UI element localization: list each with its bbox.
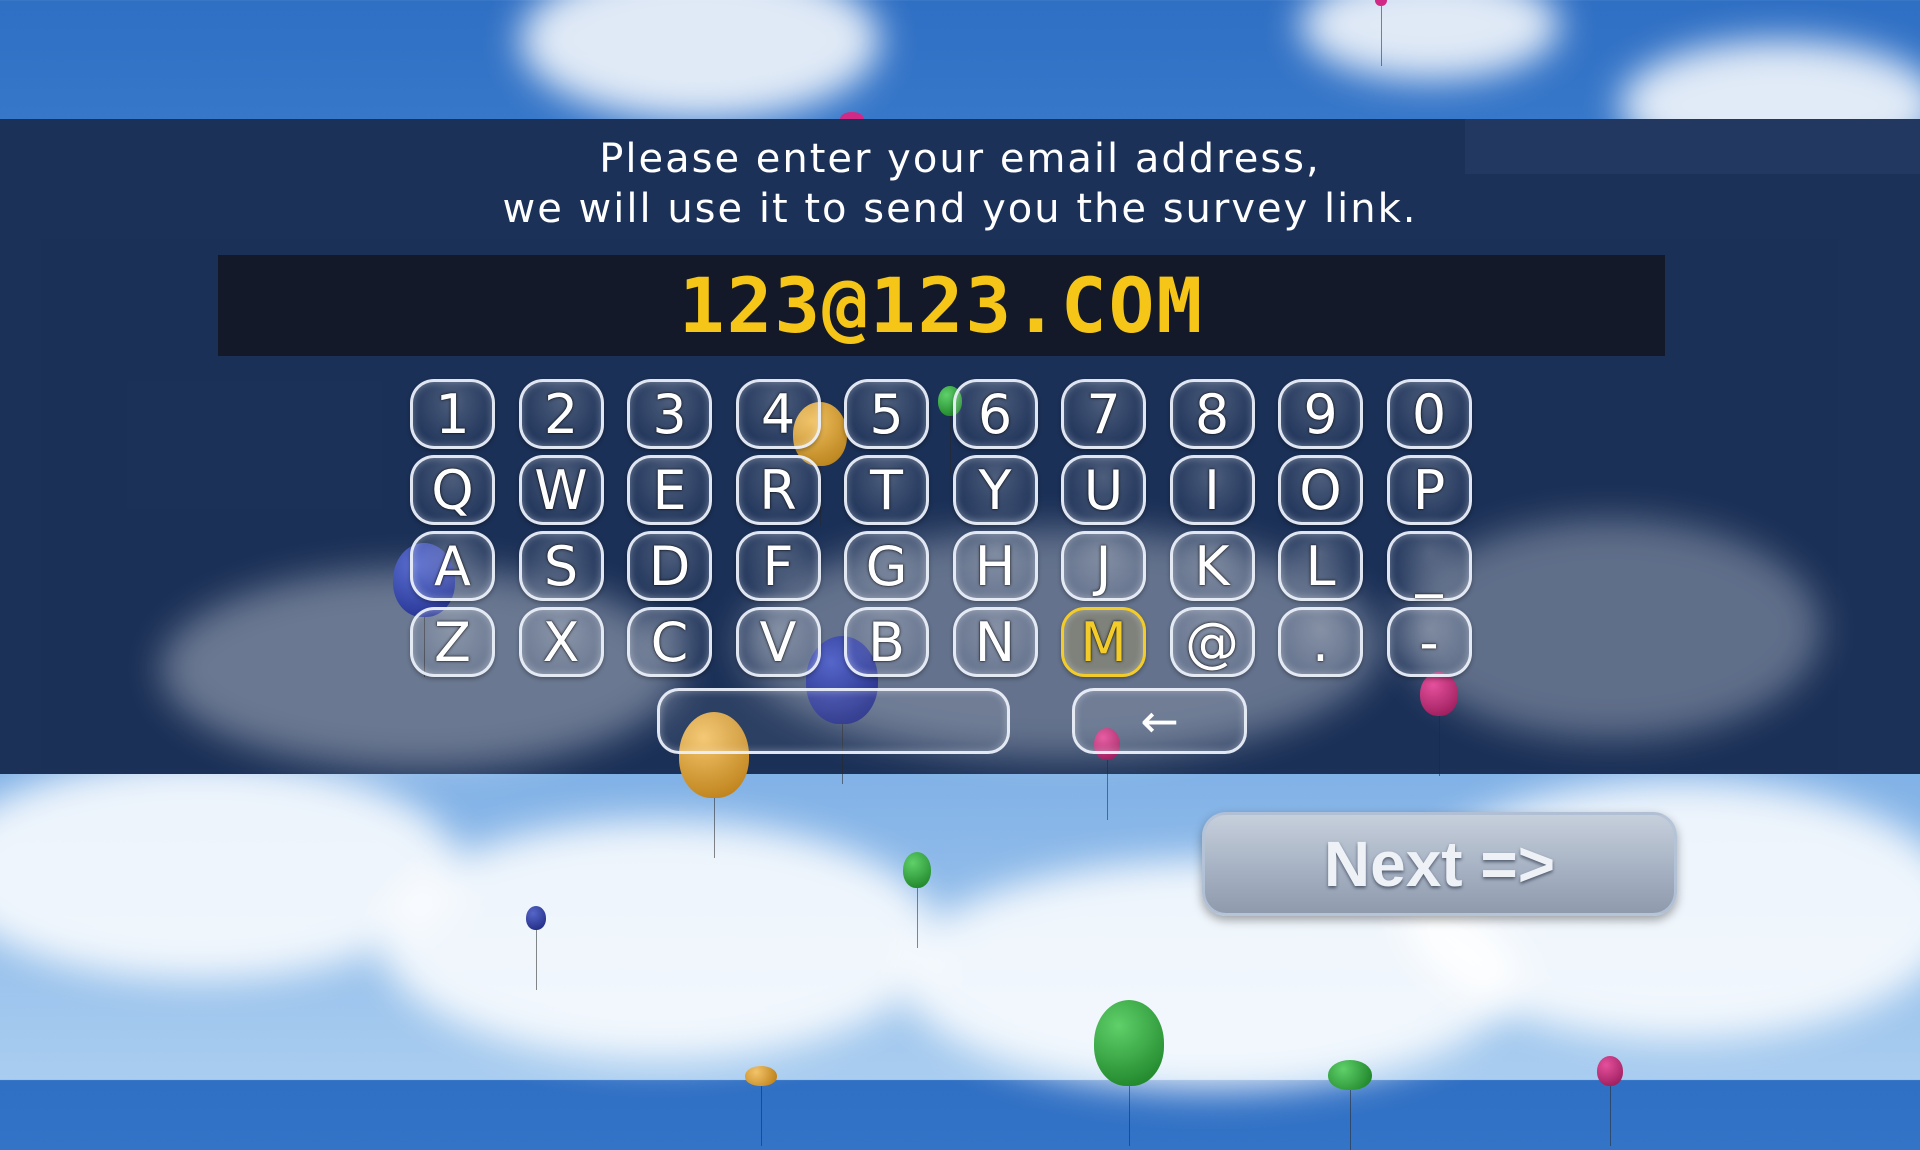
key-x[interactable]: X bbox=[518, 607, 604, 677]
on-screen-keyboard: 1 2 3 4 5 6 7 8 9 0 Q W E R T Y U I O P A S D F G H J K L _ Z X C V B N M @. - bbox=[410, 379, 1495, 683]
next-button[interactable]: Next => bbox=[1202, 812, 1677, 916]
balloon bbox=[526, 906, 546, 990]
key-1[interactable]: 1 bbox=[410, 379, 495, 449]
balloon bbox=[1328, 1060, 1372, 1150]
key-9[interactable]: 9 bbox=[1278, 379, 1363, 449]
key-3[interactable]: 3 bbox=[627, 379, 712, 449]
key-a[interactable]: A bbox=[410, 531, 495, 601]
key-n[interactable]: N bbox=[952, 607, 1038, 677]
key-q[interactable]: Q bbox=[410, 455, 495, 525]
key-2[interactable]: 2 bbox=[518, 379, 604, 449]
key-underscore[interactable]: _ bbox=[1386, 531, 1472, 601]
key-dash[interactable]: - bbox=[1386, 607, 1472, 677]
key-g[interactable]: G bbox=[844, 531, 929, 601]
key-e[interactable]: E bbox=[627, 455, 712, 525]
key-o[interactable]: O bbox=[1278, 455, 1363, 525]
key-r[interactable]: R bbox=[735, 455, 821, 525]
balloon bbox=[903, 852, 931, 948]
next-button-label: Next => bbox=[1323, 828, 1556, 900]
balloon bbox=[1597, 1056, 1623, 1146]
prompt-line-2: we will use it to send you the survey li… bbox=[502, 186, 1418, 232]
keyboard-row: QWERTYUIOP bbox=[410, 455, 1495, 525]
email-field[interactable]: 123@123.COM bbox=[218, 255, 1665, 356]
keyboard-row: A S D F G H J K L _ bbox=[410, 531, 1495, 601]
cloud bbox=[380, 820, 940, 1060]
prompt-line-1: Please enter your email address, bbox=[599, 136, 1321, 182]
balloon bbox=[745, 1066, 777, 1146]
cloud bbox=[520, 0, 880, 120]
space-key[interactable] bbox=[657, 688, 1010, 754]
key-c[interactable]: C bbox=[627, 607, 712, 677]
key-l[interactable]: L bbox=[1278, 531, 1363, 601]
email-prompt: Please enter your email address, we will… bbox=[0, 134, 1920, 234]
key-at[interactable]: @ bbox=[1169, 607, 1255, 677]
keyboard-row: Z X C V B N M @. - bbox=[410, 607, 1495, 677]
key-h[interactable]: H bbox=[952, 531, 1038, 601]
left-arrow-icon: ← bbox=[1140, 694, 1179, 748]
key-v[interactable]: V bbox=[735, 607, 821, 677]
key-7[interactable]: 7 bbox=[1061, 379, 1146, 449]
key-f[interactable]: F bbox=[735, 531, 821, 601]
key-t[interactable]: T bbox=[844, 455, 929, 525]
key-i[interactable]: I bbox=[1169, 455, 1255, 525]
key-b[interactable]: B bbox=[844, 607, 929, 677]
key-j[interactable]: J bbox=[1061, 531, 1146, 601]
key-s[interactable]: S bbox=[518, 531, 604, 601]
key-5[interactable]: 5 bbox=[844, 379, 929, 449]
key-k[interactable]: K bbox=[1169, 531, 1255, 601]
cloud bbox=[1300, 0, 1560, 80]
key-8[interactable]: 8 bbox=[1169, 379, 1255, 449]
email-value: 123@123.COM bbox=[678, 261, 1205, 350]
key-d[interactable]: D bbox=[627, 531, 712, 601]
backspace-key[interactable]: ← bbox=[1072, 688, 1247, 754]
key-4[interactable]: 4 bbox=[735, 379, 821, 449]
key-y[interactable]: Y bbox=[952, 455, 1038, 525]
key-dot[interactable]: . bbox=[1278, 607, 1363, 677]
key-z[interactable]: Z bbox=[410, 607, 495, 677]
key-p[interactable]: P bbox=[1386, 455, 1472, 525]
key-6[interactable]: 6 bbox=[952, 379, 1038, 449]
key-u[interactable]: U bbox=[1061, 455, 1146, 525]
keyboard-row: 1234567890 bbox=[410, 379, 1495, 449]
key-w[interactable]: W bbox=[518, 455, 604, 525]
balloon bbox=[1094, 1000, 1164, 1146]
key-0[interactable]: 0 bbox=[1386, 379, 1472, 449]
key-m[interactable]: M bbox=[1061, 607, 1146, 677]
